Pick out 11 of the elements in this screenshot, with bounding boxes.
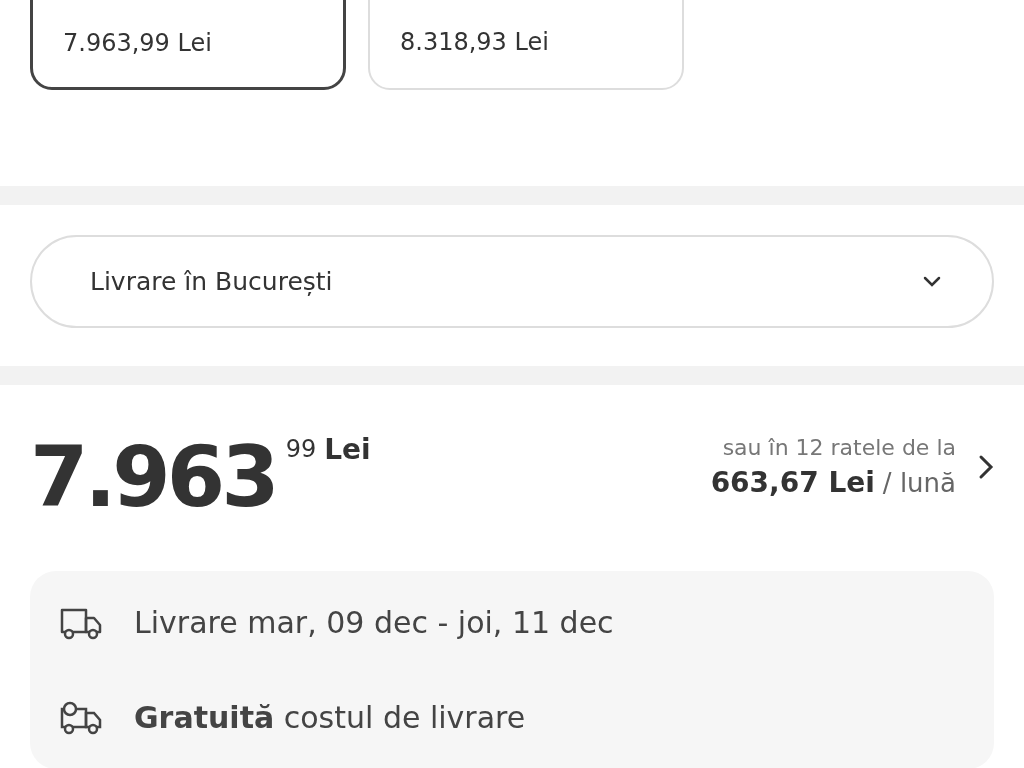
truck-coin-icon [60,700,102,735]
price-option[interactable]: 7.963,99 Lei [30,0,346,90]
chevron-right-icon[interactable] [978,454,994,480]
price-option[interactable]: 8.318,93 Lei [368,0,684,90]
installment-amount: 663,67 Lei [710,466,875,499]
installment-text: sau în 12 ratele de la [722,435,956,460]
installment-unit: / lună [882,468,956,498]
delivery-info-text: Gratuită costul de livrare [134,700,526,735]
delivery-info-text: Livrare mar, 09 dec - joi, 11 dec [134,605,614,640]
chevron-down-icon [922,275,942,288]
delivery-location-select[interactable]: Livrare în București [30,235,994,328]
